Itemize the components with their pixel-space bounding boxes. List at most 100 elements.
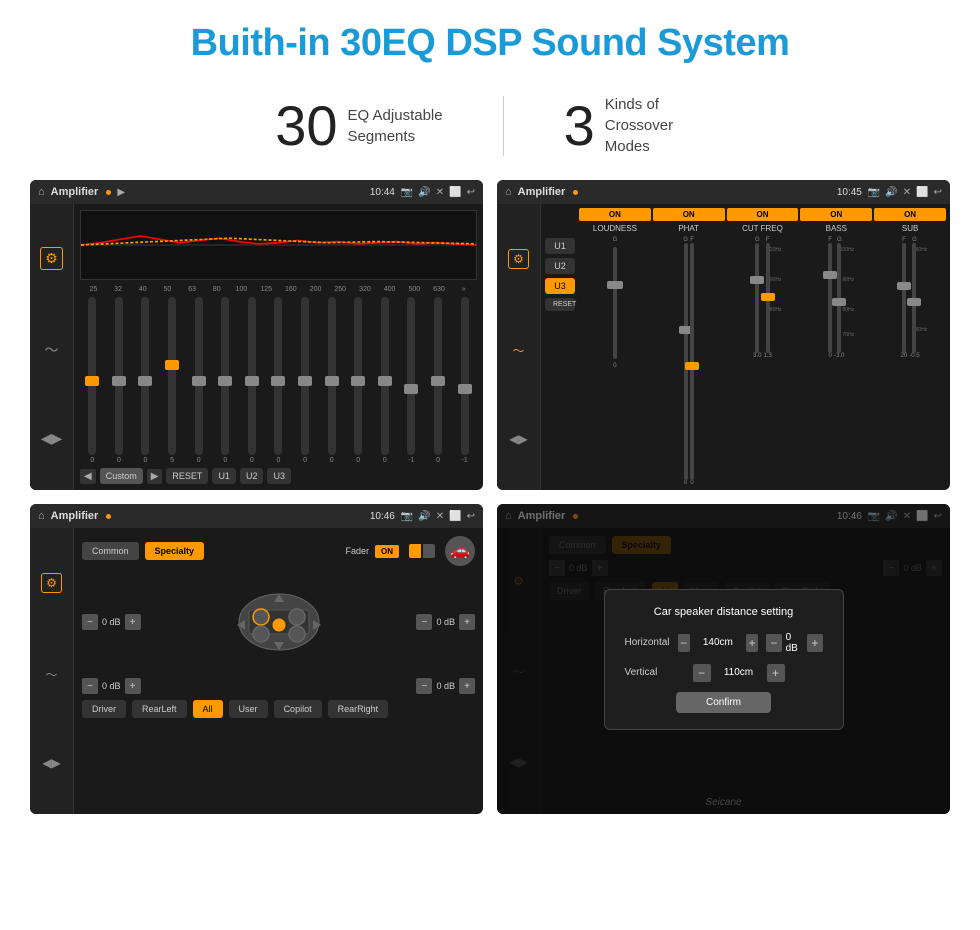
fader-on-btn[interactable]: ON bbox=[375, 545, 399, 558]
eq-header-icons: 📷 🔊 ✕ ⬜ ↩ bbox=[401, 187, 475, 198]
eq-custom-btn[interactable]: Custom bbox=[100, 468, 143, 484]
dialog-h-db-value: 0 dB bbox=[786, 632, 804, 654]
dialog-vertical-minus[interactable]: − bbox=[693, 664, 711, 682]
crossover-u3-btn[interactable]: U3 bbox=[545, 278, 575, 294]
crossover-window-icon[interactable]: ⬜ bbox=[916, 187, 928, 198]
crossover-volume-icon: 🔊 bbox=[885, 187, 897, 198]
speaker-rearright-btn[interactable]: RearRight bbox=[328, 700, 389, 718]
dialog-horizontal-value: 140cm bbox=[698, 637, 738, 648]
crossover-back-icon[interactable]: ↩ bbox=[934, 187, 942, 198]
speaker-user-btn[interactable]: User bbox=[229, 700, 268, 718]
crossover-sidebar-vol-icon[interactable]: ◀▶ bbox=[509, 432, 527, 446]
tab-common[interactable]: Common bbox=[82, 542, 139, 560]
channel-phat-on[interactable]: ON bbox=[653, 208, 725, 221]
eq-status-dot bbox=[106, 190, 111, 195]
page-title: Buith-in 30EQ DSP Sound System bbox=[0, 0, 980, 83]
channel-sub-on[interactable]: ON bbox=[874, 208, 946, 221]
db-rl-plus[interactable]: + bbox=[125, 678, 141, 694]
fader-car-icon[interactable]: 🚗 bbox=[445, 536, 475, 566]
eq-header: ⌂ Amplifier ▶ 10:44 📷 🔊 ✕ ⬜ ↩ bbox=[30, 180, 483, 204]
eq-u2-btn[interactable]: U2 bbox=[240, 468, 264, 484]
eq-slider-6: 0 bbox=[213, 297, 238, 464]
eq-label-200: 200 bbox=[304, 286, 327, 293]
speaker-driver-btn[interactable]: Driver bbox=[82, 700, 126, 718]
fader-sidebar: ⚙ 〜 ◀▶ bbox=[30, 528, 74, 814]
crossover-u1-btn[interactable]: U1 bbox=[545, 238, 575, 254]
play-icon[interactable]: ▶ bbox=[117, 187, 125, 198]
stats-row: 30 EQ AdjustableSegments 3 Kinds ofCross… bbox=[0, 83, 980, 180]
crossover-u2-btn[interactable]: U2 bbox=[545, 258, 575, 274]
fader-db-rr: − 0 dB + bbox=[416, 678, 475, 694]
dialog-h-db-minus[interactable]: − bbox=[766, 634, 781, 652]
db-rl-minus[interactable]: − bbox=[82, 678, 98, 694]
eq-next-btn[interactable]: ▶ bbox=[147, 469, 163, 484]
crossover-sidebar-eq-icon[interactable]: ⚙ bbox=[508, 249, 529, 269]
fader-sidebar-eq[interactable]: ⚙ bbox=[41, 573, 62, 593]
db-rr-plus[interactable]: + bbox=[459, 678, 475, 694]
dialog-horizontal-minus[interactable]: − bbox=[678, 634, 690, 652]
fader-top-row: Common Specialty Fader ON 🚗 bbox=[82, 536, 475, 566]
channel-phat: ON PHAT G 0 bbox=[653, 208, 725, 486]
eq-u1-btn[interactable]: U1 bbox=[212, 468, 236, 484]
speaker-copilot-btn[interactable]: Copilot bbox=[274, 700, 322, 718]
crossover-main: U1 U2 U3 RESET ON LOUDNESS bbox=[541, 204, 950, 490]
eq-label-500: 500 bbox=[403, 286, 426, 293]
dialog-vertical-plus[interactable]: + bbox=[767, 664, 785, 682]
db-fr-value: 0 dB bbox=[436, 617, 455, 627]
eq-reset-btn[interactable]: RESET bbox=[166, 468, 208, 484]
eq-prev-btn[interactable]: ◀ bbox=[80, 469, 96, 484]
speaker-all-btn[interactable]: All bbox=[193, 700, 223, 718]
fader-sidebar-vol[interactable]: ◀▶ bbox=[42, 756, 60, 770]
channel-bass: ON BASS F 0 100Hz 90Hz bbox=[800, 208, 872, 486]
channel-cutfreq-on[interactable]: ON bbox=[727, 208, 799, 221]
tab-specialty[interactable]: Specialty bbox=[145, 542, 205, 560]
channel-cutfreq-name: CUT FREQ bbox=[742, 224, 783, 233]
confirm-button[interactable]: Confirm bbox=[676, 692, 771, 713]
channel-bass-on[interactable]: ON bbox=[800, 208, 872, 221]
eq-more-icon[interactable]: » bbox=[452, 286, 475, 293]
fader-back-icon[interactable]: ↩ bbox=[467, 511, 475, 522]
eq-slider-3: 0 bbox=[133, 297, 158, 464]
back-icon[interactable]: ↩ bbox=[467, 187, 475, 198]
fader-window-icon[interactable]: ⬜ bbox=[449, 511, 461, 522]
eq-u3-btn[interactable]: U3 bbox=[267, 468, 291, 484]
close-icon[interactable]: ✕ bbox=[436, 187, 444, 198]
eq-content: ⚙ 〜 ◀▶ 25 32 40 50 bbox=[30, 204, 483, 490]
db-fl-minus[interactable]: − bbox=[82, 614, 98, 630]
eq-slider-5: 0 bbox=[186, 297, 211, 464]
db-fr-minus[interactable]: − bbox=[416, 614, 432, 630]
db-fr-plus[interactable]: + bbox=[459, 614, 475, 630]
eq-graph bbox=[80, 210, 477, 280]
eq-slider-1: 0 bbox=[80, 297, 105, 464]
fader-home-icon[interactable]: ⌂ bbox=[38, 510, 45, 522]
dialog-horizontal-plus[interactable]: + bbox=[746, 634, 758, 652]
dialog-title: Car speaker distance setting bbox=[625, 606, 823, 618]
crossover-reset-btn[interactable]: RESET bbox=[545, 298, 575, 311]
eq-bottom-bar: ◀ Custom ▶ RESET U1 U2 U3 bbox=[80, 468, 477, 484]
eq-label-400: 400 bbox=[378, 286, 401, 293]
channel-loudness-on[interactable]: ON bbox=[579, 208, 651, 221]
window-icon[interactable]: ⬜ bbox=[449, 187, 461, 198]
home-icon[interactable]: ⌂ bbox=[38, 186, 45, 198]
fader-sidebar-wave[interactable]: 〜 bbox=[45, 666, 57, 683]
fader-close-icon[interactable]: ✕ bbox=[436, 511, 444, 522]
eq-sidebar-eq-icon[interactable]: ⚙ bbox=[40, 247, 63, 270]
crossover-time: 10:45 bbox=[837, 187, 862, 198]
fader-db-fr: − 0 dB + bbox=[416, 614, 475, 630]
crossover-home-icon[interactable]: ⌂ bbox=[505, 186, 512, 198]
stat-crossover: 3 Kinds ofCrossover Modes bbox=[504, 93, 765, 158]
crossover-close-icon[interactable]: ✕ bbox=[903, 187, 911, 198]
speaker-rearleft-btn[interactable]: RearLeft bbox=[132, 700, 187, 718]
eq-label-125: 125 bbox=[255, 286, 278, 293]
eq-slider-14: 0 bbox=[426, 297, 451, 464]
fader-status-dot bbox=[106, 514, 111, 519]
eq-sidebar-wave-icon[interactable]: 〜 bbox=[45, 340, 59, 360]
db-rr-minus[interactable]: − bbox=[416, 678, 432, 694]
dialog-h-db-plus[interactable]: + bbox=[807, 634, 822, 652]
db-fl-plus[interactable]: + bbox=[125, 614, 141, 630]
db-fl-value: 0 dB bbox=[102, 617, 121, 627]
eq-sidebar-vol-icon[interactable]: ◀▶ bbox=[41, 430, 63, 447]
crossover-channels: ON LOUDNESS G 0 bbox=[579, 208, 946, 486]
crossover-sidebar-wave-icon[interactable]: 〜 bbox=[512, 342, 524, 359]
channel-loudness: ON LOUDNESS G 0 bbox=[579, 208, 651, 486]
